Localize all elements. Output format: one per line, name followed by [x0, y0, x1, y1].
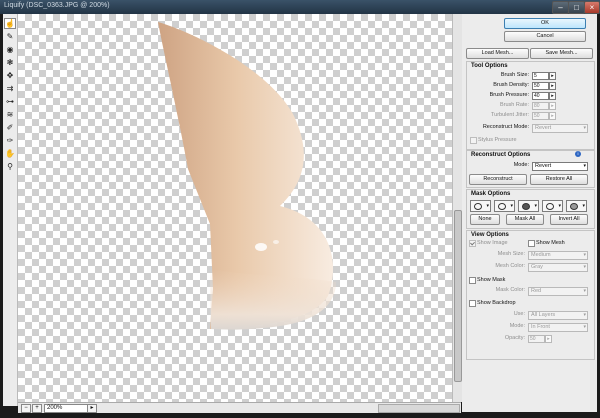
window-title: Liquify (DSC_0363.JPG @ 200%): [4, 2, 110, 9]
mask-none-button[interactable]: None: [470, 214, 500, 225]
brush-density-label: Brush Density:: [493, 82, 529, 88]
forward-warp-icon[interactable]: ☝: [4, 18, 16, 29]
options-panel: OK Cancel Load Mesh... Save Mesh... Tool…: [462, 14, 597, 412]
brush-density-field[interactable]: 50: [532, 82, 549, 90]
reconstruct-button[interactable]: Reconstruct: [469, 174, 527, 185]
gloss-highlight: [255, 243, 267, 251]
mesh-size-select: Medium ▾: [528, 251, 588, 260]
backdrop-opacity-label: Opacity:: [504, 335, 525, 341]
turbulent-jitter-field: 50: [532, 112, 549, 120]
preview-canvas[interactable]: [18, 14, 461, 402]
pucker-icon[interactable]: ❃: [4, 57, 16, 68]
zoom-icon[interactable]: ⚲: [4, 161, 16, 172]
reconstruct-mode-label: Reconstruct Mode:: [482, 124, 529, 130]
backdrop-mode-label: Mode:: [509, 323, 525, 329]
freeze-mask-icon[interactable]: ✐: [4, 122, 16, 133]
maximize-button[interactable]: □: [568, 1, 585, 14]
stylus-pressure-checkbox: [470, 137, 477, 144]
zoom-level-field[interactable]: 200%: [44, 404, 88, 413]
mask-invert-selection-button[interactable]: ▾: [566, 200, 587, 212]
hand-icon[interactable]: ✋: [4, 148, 16, 159]
brush-rate-arrow: ▸: [549, 102, 556, 110]
reconstruct-icon[interactable]: ✎: [4, 31, 16, 42]
twirl-icon[interactable]: ◉: [4, 44, 16, 55]
horizontal-scrollbar[interactable]: [378, 404, 460, 413]
mask-subtract-selection-button[interactable]: ▾: [518, 200, 539, 212]
title-bar: Liquify (DSC_0363.JPG @ 200%) – □ ×: [0, 0, 600, 14]
minimize-button[interactable]: –: [552, 1, 569, 14]
show-mesh-label: Show Mesh: [536, 240, 565, 246]
show-image-checkbox: [469, 240, 476, 247]
brush-pressure-field[interactable]: 40: [532, 92, 549, 100]
stylus-pressure-label: Stylus Pressure: [478, 137, 517, 143]
mask-color-label: Mask Color:: [495, 287, 525, 293]
brush-pressure-label: Brush Pressure:: [489, 92, 529, 98]
restore-all-button[interactable]: Restore All: [530, 174, 588, 185]
turbulence-icon[interactable]: ≋: [4, 109, 16, 120]
mask-all-button[interactable]: Mask All: [506, 214, 544, 225]
backdrop-use-select: All Layers ▾: [528, 311, 588, 320]
scroll-thumb[interactable]: [454, 210, 462, 382]
tool-options-title: Tool Options: [471, 63, 508, 69]
show-backdrop-label: Show Backdrop: [477, 300, 516, 306]
show-image-label: Show Image: [477, 240, 508, 246]
backdrop-opacity-field: 50: [528, 335, 545, 343]
reconstruct-mode2-select[interactable]: Revert ▾: [532, 162, 588, 171]
brush-pressure-arrow[interactable]: ▸: [549, 92, 556, 100]
show-mask-label: Show Mask: [477, 277, 506, 283]
bloat-icon[interactable]: ✥: [4, 70, 16, 81]
zoom-menu-arrow[interactable]: ▸: [87, 404, 97, 413]
mask-options-title: Mask Options: [471, 191, 511, 197]
push-left-icon[interactable]: ⇉: [4, 83, 16, 94]
brush-size-label: Brush Size:: [500, 72, 529, 78]
backdrop-opacity-arrow: ▸: [545, 335, 552, 343]
info-icon[interactable]: i: [575, 151, 581, 157]
show-mesh-checkbox[interactable]: [528, 240, 535, 247]
view-options-title: View Options: [471, 232, 509, 238]
invert-all-button[interactable]: Invert All: [550, 214, 588, 225]
reconstruct-mode2-label: Mode:: [513, 162, 529, 168]
brush-rate-label: Brush Rate:: [499, 102, 529, 108]
mirror-icon[interactable]: ⊶: [4, 96, 16, 107]
backdrop-mode-select: In Front ▾: [528, 323, 588, 332]
show-backdrop-checkbox[interactable]: [469, 300, 476, 307]
show-mask-checkbox[interactable]: [469, 277, 476, 284]
brush-size-field[interactable]: 5: [532, 72, 549, 80]
zoom-out-button[interactable]: −: [21, 404, 31, 413]
vertical-scrollbar[interactable]: [452, 14, 462, 402]
save-mesh-button[interactable]: Save Mesh...: [530, 48, 593, 59]
mask-replace-selection-button[interactable]: ▾: [470, 200, 491, 212]
mask-intersect-selection-button[interactable]: ▾: [542, 200, 563, 212]
mask-color-select: Red ▾: [528, 287, 588, 296]
zoom-in-button[interactable]: +: [32, 404, 42, 413]
close-button[interactable]: ×: [584, 1, 600, 14]
ok-button[interactable]: OK: [504, 18, 586, 29]
tool-palette: ☝ ✎ ◉ ❃ ✥ ⇉ ⊶ ≋ ✐ ✑ ✋ ⚲: [3, 14, 18, 406]
mesh-color-label: Mesh Color:: [495, 263, 525, 269]
reconstruct-mode-select: Revert ▾: [532, 124, 588, 133]
load-mesh-button[interactable]: Load Mesh...: [466, 48, 529, 59]
mesh-color-select: Gray ▾: [528, 263, 588, 272]
backdrop-use-label: Use:: [513, 311, 525, 317]
cancel-button[interactable]: Cancel: [504, 31, 586, 42]
mask-add-selection-button[interactable]: ▾: [494, 200, 515, 212]
reconstruct-options-title: Reconstruct Options: [471, 152, 531, 158]
thaw-mask-icon[interactable]: ✑: [4, 135, 16, 146]
turbulent-jitter-label: Turbulent Jitter:: [490, 112, 529, 118]
turbulent-jitter-arrow: ▸: [549, 112, 556, 120]
image-preview: [158, 22, 336, 330]
brush-size-arrow[interactable]: ▸: [549, 72, 556, 80]
mesh-size-label: Mesh Size:: [497, 251, 525, 257]
brush-density-arrow[interactable]: ▸: [549, 82, 556, 90]
gloss-highlight-2: [273, 240, 279, 244]
status-bar: − + 200% ▸: [18, 402, 461, 413]
brush-rate-field: 80: [532, 102, 549, 110]
